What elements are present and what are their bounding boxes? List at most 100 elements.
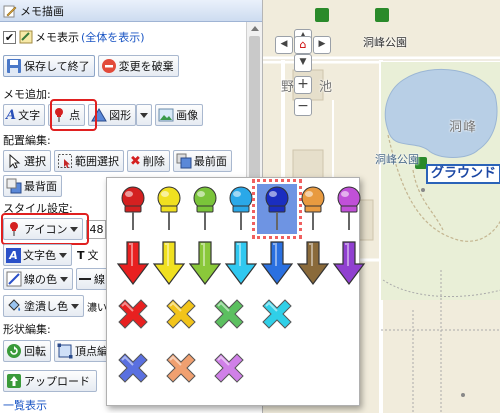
pan-south-button[interactable]: ▼: [294, 54, 312, 72]
fill-color-label: 塗潰し色: [24, 300, 68, 313]
style-row-2: A 文字色 T 文: [3, 244, 99, 266]
save-row: 保存して終了 変更を破棄: [3, 55, 182, 77]
blue-pin-icon[interactable]: [252, 179, 302, 239]
yellow-arrow-icon[interactable]: [149, 238, 189, 288]
bring-to-front-icon: [176, 153, 192, 169]
send-to-back-icon: [6, 178, 22, 194]
discard-changes-button[interactable]: 変更を破棄: [97, 55, 179, 77]
icon-size-value[interactable]: 48: [86, 219, 107, 239]
add-shape-label: 図形: [109, 109, 132, 122]
memo-display-checkbox[interactable]: ✔: [3, 30, 16, 44]
memo-display-row: ✔ メモ表示 (全体を表示): [0, 29, 145, 45]
upload-icon: [7, 374, 21, 388]
pan-west-button[interactable]: ◀: [275, 36, 293, 54]
red-cross-icon-graphic: [118, 299, 148, 329]
line-width-button[interactable]: 線: [76, 268, 110, 290]
point-button-highlight: [50, 99, 97, 131]
save-and-exit-button[interactable]: 保存して終了: [3, 55, 95, 77]
shape-dropdown-button[interactable]: [136, 104, 153, 126]
paint-bucket-icon: [8, 299, 21, 311]
upload-button[interactable]: アップロード: [3, 370, 97, 392]
bring-to-front-button[interactable]: 最前面: [172, 150, 232, 172]
delete-label: 削除: [142, 155, 165, 168]
range-select-label: 範囲選択: [75, 155, 119, 168]
map-label-pond: 池: [319, 80, 334, 95]
delete-x-icon: ✖: [130, 153, 141, 169]
fill-color-button[interactable]: 塗潰し色: [3, 295, 84, 317]
memo-display-label: メモ表示: [35, 31, 79, 44]
rotate-label: 回転: [24, 345, 46, 358]
list-view-link[interactable]: 一覧表示: [3, 397, 47, 413]
blue-cross-icon[interactable]: [113, 348, 153, 398]
red-pin-icon-graphic: [121, 186, 145, 230]
vertex-edit-button[interactable]: 頂点編: [54, 340, 113, 362]
blue-arrow-icon[interactable]: [257, 238, 297, 288]
red-arrow-icon[interactable]: [113, 238, 153, 288]
cyan-pin-icon-graphic: [229, 186, 253, 230]
upload-row: アップロード: [3, 370, 100, 392]
purple-arrow-icon[interactable]: [329, 238, 369, 288]
yellow-cross-icon[interactable]: [161, 294, 201, 344]
layout-edit-row: 選択 範囲選択 ✖ 削除 最前面: [3, 150, 235, 172]
map-label-park-mid: 洞峰公園: [375, 153, 419, 166]
style-row-4: 塗潰し色 濃い: [3, 295, 107, 317]
green-pin-icon[interactable]: [185, 184, 225, 234]
zoom-out-button[interactable]: −: [294, 98, 312, 116]
purple-arrow-icon-graphic: [332, 241, 366, 285]
fill-suffix: 濃い: [87, 302, 107, 314]
orange-pin-icon[interactable]: [293, 184, 333, 234]
yellow-pin-icon-graphic: [157, 186, 181, 230]
cyan-arrow-icon[interactable]: [221, 238, 261, 288]
red-pin-icon[interactable]: [113, 184, 153, 234]
add-text-button[interactable]: A 文字: [3, 104, 46, 126]
line-color-icon: [6, 271, 22, 287]
shape-edit-row: 回転 頂点編: [3, 340, 116, 362]
brown-arrow-icon-graphic: [296, 241, 330, 285]
blue-arrow-icon-graphic: [260, 241, 294, 285]
delete-button[interactable]: ✖ 削除: [127, 150, 170, 172]
yellow-pin-icon[interactable]: [149, 184, 189, 234]
range-select-button[interactable]: 範囲選択: [54, 150, 124, 172]
zoom-in-button[interactable]: +: [294, 76, 312, 94]
violet-cross-icon[interactable]: [209, 348, 249, 398]
text-a-icon: A: [6, 107, 17, 123]
panel-title: メモ描画: [20, 4, 64, 18]
style-row-3: 線の色 線: [3, 268, 113, 290]
bring-to-front-label: 最前面: [193, 155, 227, 168]
yellow-arrow-icon-graphic: [152, 241, 186, 285]
cyan-pin-icon[interactable]: [221, 184, 261, 234]
orange-cross-icon[interactable]: [161, 348, 201, 398]
panel-titlebar: メモ描画: [0, 0, 262, 22]
red-arrow-icon-graphic: [116, 241, 150, 285]
shape-edit-heading: 形状編集:: [3, 323, 51, 336]
map-memo-callout[interactable]: グラウンド: [426, 164, 500, 184]
map-label-park-top: 洞峰公園: [363, 36, 407, 49]
line-color-button[interactable]: 線の色: [3, 268, 73, 290]
red-cross-icon[interactable]: [113, 294, 153, 344]
show-all-link[interactable]: (全体を表示): [81, 29, 145, 45]
cyan-arrow-icon-graphic: [224, 241, 258, 285]
select-button[interactable]: 選択: [3, 150, 51, 172]
pencil-icon: [3, 5, 17, 17]
purple-pin-icon[interactable]: [329, 184, 369, 234]
icon-picker-popup: [106, 177, 366, 406]
line-width-label: 線: [94, 273, 105, 286]
text-color-button[interactable]: A 文字色: [3, 244, 72, 266]
pan-east-button[interactable]: ▶: [313, 36, 331, 54]
map-label-lake-side: 洞峰: [449, 120, 478, 135]
rotate-button[interactable]: 回転: [3, 340, 51, 362]
brown-arrow-icon[interactable]: [293, 238, 333, 288]
layout-edit-heading: 配置編集:: [3, 134, 51, 147]
home-icon[interactable]: ⌂: [294, 36, 312, 54]
add-image-button[interactable]: 画像: [155, 104, 204, 126]
cyan-cross-icon[interactable]: [257, 294, 297, 344]
cursor-arrow-icon: [9, 153, 21, 169]
text-t-suffix: 文: [87, 249, 99, 262]
select-label: 選択: [24, 155, 46, 168]
send-to-back-label: 最背面: [24, 180, 57, 193]
scroll-up-icon[interactable]: [251, 26, 259, 31]
green-cross-icon[interactable]: [209, 294, 249, 344]
send-to-back-button[interactable]: 最背面: [3, 175, 62, 197]
green-arrow-icon[interactable]: [185, 238, 225, 288]
cyan-cross-icon-graphic: [262, 299, 292, 329]
